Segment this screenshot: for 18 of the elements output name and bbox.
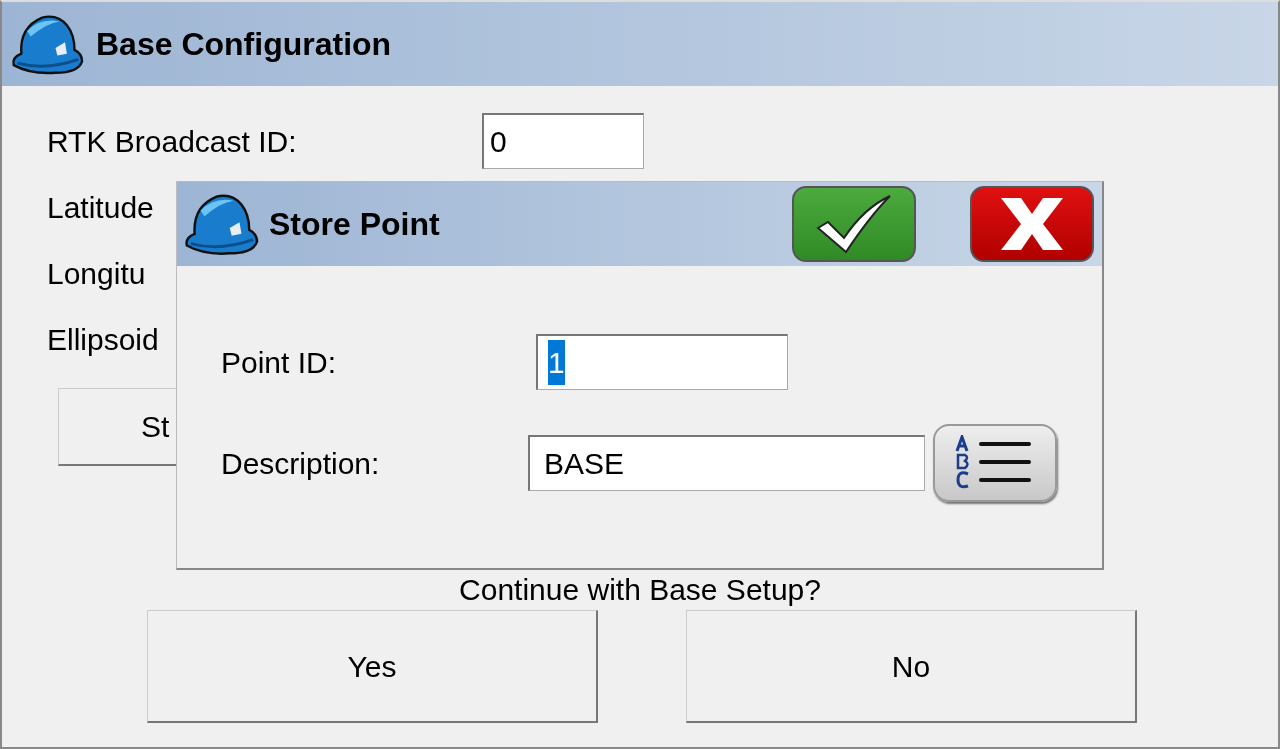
field-label: Longitu bbox=[47, 256, 146, 290]
checkmark-icon bbox=[814, 194, 894, 254]
window-title: Base Configuration bbox=[96, 25, 392, 64]
field-label: Description: bbox=[221, 445, 381, 482]
close-button[interactable] bbox=[970, 186, 1094, 262]
list-button[interactable] bbox=[933, 424, 1057, 502]
dialog-button[interactable]: No bbox=[686, 610, 1137, 723]
input-field[interactable]: 0 bbox=[482, 113, 644, 169]
input-field[interactable]: BASE bbox=[528, 435, 925, 491]
field-label: Latitude bbox=[47, 190, 154, 224]
field-label: Ellipsoid bbox=[47, 322, 159, 356]
dialog-button[interactable]: Yes bbox=[147, 610, 598, 723]
field-label: RTK Broadcast ID: bbox=[47, 124, 297, 158]
confirm-button[interactable] bbox=[792, 186, 916, 262]
input-field[interactable]: 1 bbox=[536, 334, 788, 390]
prompt-text: Continue with Base Setup? bbox=[458, 572, 822, 608]
field-label: Point ID: bbox=[221, 344, 338, 381]
dialog-title: Store Point bbox=[269, 205, 441, 244]
